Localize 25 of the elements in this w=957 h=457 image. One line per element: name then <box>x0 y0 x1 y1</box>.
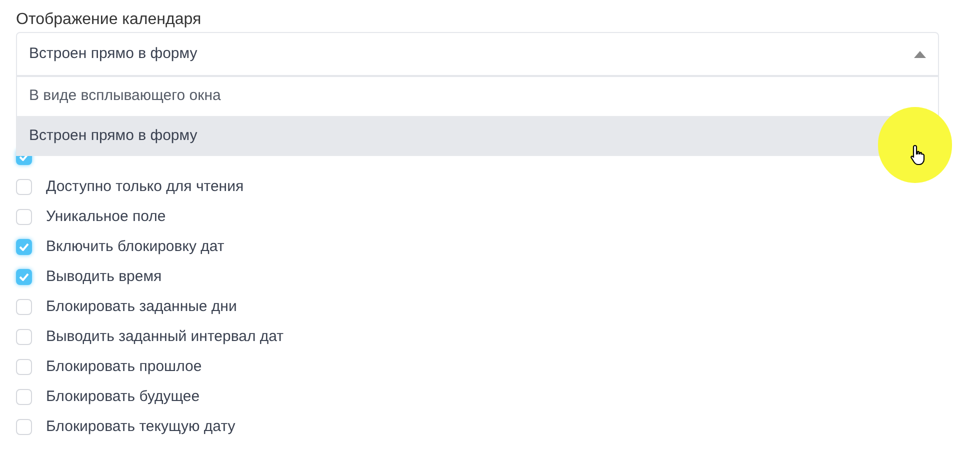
checkbox[interactable] <box>16 359 32 375</box>
checkbox-label: Выводить время <box>46 266 162 287</box>
checkbox-label: Выводить заданный интервал дат <box>46 326 284 347</box>
checkbox[interactable] <box>16 329 32 345</box>
checkbox-label: Доступно только для чтения <box>46 176 244 197</box>
select-field[interactable]: Встроен прямо в форму <box>16 32 939 76</box>
checkbox[interactable] <box>16 299 32 315</box>
hand-pointer-icon <box>910 144 926 166</box>
caret-icon <box>914 50 926 58</box>
checkbox-label: Блокировать прошлое <box>46 356 202 377</box>
checkmark-icon <box>19 273 29 281</box>
checkmark-icon <box>19 153 29 161</box>
checkbox-label: Включить блокировку дат <box>46 236 224 257</box>
checkbox[interactable] <box>16 419 32 435</box>
checkbox[interactable] <box>16 269 32 285</box>
checkbox-label: Блокировать будущее <box>46 386 200 407</box>
checkbox[interactable] <box>16 179 32 195</box>
checkmark-icon <box>19 243 29 251</box>
checkbox-label: Уникальное поле <box>46 206 166 227</box>
checkbox-label: Блокировать заданные дни <box>46 296 237 317</box>
checkbox[interactable] <box>16 209 32 225</box>
checkbox-label: Блокировать текущую дату <box>46 416 236 437</box>
field-label: Отображение календаря <box>16 10 202 30</box>
checkbox[interactable] <box>16 389 32 405</box>
checkbox[interactable] <box>16 239 32 255</box>
